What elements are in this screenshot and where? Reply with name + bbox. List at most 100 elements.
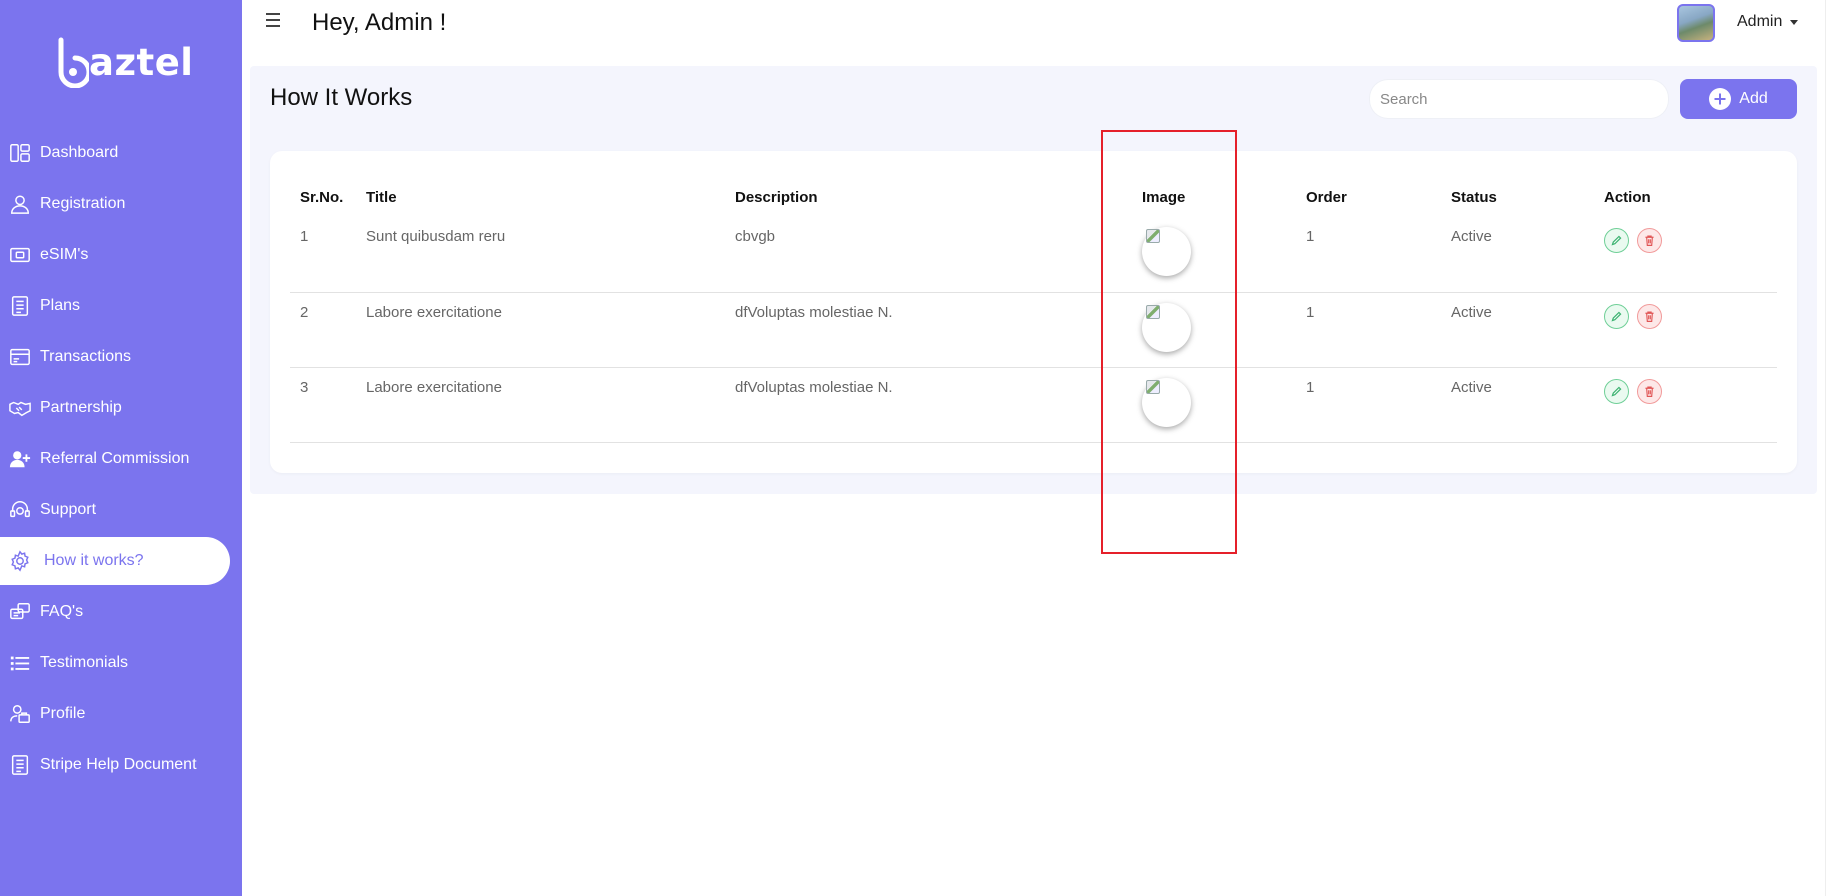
sidebar-item-faqs[interactable]: FAQ's [0,588,242,636]
delete-button[interactable] [1637,228,1662,253]
greeting: Hey, Admin ! [312,9,447,36]
edit-button[interactable] [1604,228,1629,253]
cell-order: 1 [1296,292,1441,368]
sidebar-item-stripe-help-document[interactable]: Stripe Help Document [0,741,242,789]
logo: aztel [55,34,193,90]
column-header-description: Description [735,188,818,206]
cell-image [1132,217,1296,293]
sidebar-item-registration[interactable]: Registration [0,180,242,228]
broken-image-thumbnail [1142,227,1191,276]
menu-toggle-icon[interactable] [266,10,286,30]
sidebar-item-support[interactable]: Support [0,486,242,534]
sidebar-item-label: FAQ's [40,603,84,620]
sidebar: aztel Dashboard Registration eSIM's Plan… [0,0,242,896]
sidebar-item-referral-commission[interactable]: Referral Commission [0,435,242,483]
table-row: 1 Sunt quibusdam reru cbvgb 1 Active [290,217,1777,293]
sidebar-item-esims[interactable]: eSIM's [0,231,242,279]
cell-title: Sunt quibusdam reru [356,217,725,293]
cell-action [1594,292,1777,368]
document-icon [0,741,40,789]
plus-circle-icon [1709,88,1732,110]
sidebar-item-transactions[interactable]: Transactions [0,333,242,381]
edit-button[interactable] [1604,303,1629,329]
cell-status: Active [1441,217,1594,293]
logo-text: aztel [89,40,194,84]
broken-image-thumbnail [1142,302,1191,352]
table-card: Sr.No. Title Description Image Order Sta… [270,151,1797,473]
cell-sr-no: 1 [290,217,356,293]
content-panel: How It Works Add Sr.No. Title Descriptio… [250,66,1817,494]
trash-icon [1645,235,1654,246]
table-row: 3 Labore exercitatione dfVoluptas molest… [290,367,1777,443]
cell-description: dfVoluptas molestiae N. [725,367,1132,443]
profile-icon [0,690,40,738]
avatar[interactable] [1677,4,1715,42]
sidebar-item-label: eSIM's [40,246,89,263]
broken-image-thumbnail [1142,377,1191,427]
sidebar-item-label: Testimonials [40,654,129,671]
cell-order: 1 [1296,367,1441,443]
sidebar-nav: Dashboard Registration eSIM's Plans Tran… [0,129,242,792]
delete-button[interactable] [1637,378,1662,404]
column-header-order: Order [1306,188,1347,206]
sidebar-item-label: Registration [40,195,126,212]
list-bullets-icon [0,639,40,687]
sidebar-item-profile[interactable]: Profile [0,690,242,738]
cell-image [1132,292,1296,368]
sidebar-item-label: Plans [40,297,81,314]
column-header-sr-no: Sr.No. [300,188,344,206]
cell-status: Active [1441,292,1594,368]
trash-icon [1645,385,1654,397]
edit-button[interactable] [1604,378,1629,404]
sidebar-item-dashboard[interactable]: Dashboard [0,129,242,177]
cell-action [1594,367,1777,443]
headset-icon [0,486,40,534]
column-header-image: Image [1142,188,1186,206]
user-menu[interactable]: Admin [1737,13,1799,31]
column-header-status: Status [1451,188,1497,206]
table-row: 2 Labore exercitatione dfVoluptas molest… [290,292,1777,368]
how-it-works-table: Sr.No. Title Description Image Order Sta… [290,177,1777,443]
page-title: How It Works [270,84,413,111]
add-button[interactable]: Add [1680,79,1797,119]
cell-description: cbvgb [725,217,1132,293]
cell-title: Labore exercitatione [356,292,725,368]
pencil-icon [1611,386,1622,397]
sidebar-item-label: Profile [40,705,86,722]
sidebar-item-testimonials[interactable]: Testimonials [0,639,242,687]
sidebar-item-label: Referral Commission [40,450,190,467]
cell-status: Active [1441,367,1594,443]
sidebar-item-plans[interactable]: Plans [0,282,242,330]
topbar: Hey, Admin ! Admin [242,0,1825,48]
cell-order: 1 [1296,217,1441,293]
column-header-title: Title [366,188,397,206]
sidebar-item-partnership[interactable]: Partnership [0,384,242,432]
cell-title: Labore exercitatione [356,367,725,443]
user-name: Admin [1737,13,1783,30]
cell-action [1594,217,1777,293]
sidebar-item-label: Partnership [40,399,122,416]
pencil-icon [1611,235,1622,246]
gear-icon [0,537,40,585]
sidebar-item-label: Stripe Help Document [40,756,197,773]
cell-description: dfVoluptas molestiae N. [725,292,1132,368]
sidebar-item-label: Support [40,501,97,518]
trash-icon [1645,310,1654,322]
user-icon [0,180,40,228]
delete-button[interactable] [1637,303,1662,329]
cell-sr-no: 2 [290,292,356,368]
vertical-scrollbar[interactable] [1825,0,1839,896]
add-button-label: Add [1739,90,1768,107]
chat-icon [0,588,40,636]
sim-icon [0,231,40,279]
sidebar-item-label: Transactions [40,348,131,365]
pencil-icon [1611,311,1622,322]
user-plus-icon [0,435,40,483]
sidebar-item-how-it-works[interactable]: How it works? [0,537,230,585]
sidebar-item-label: Dashboard [40,144,119,161]
column-header-action: Action [1604,188,1651,206]
search-input[interactable] [1370,80,1668,118]
caret-down-icon [1790,19,1799,25]
list-icon [0,282,40,330]
logo-mark-icon [58,37,89,88]
